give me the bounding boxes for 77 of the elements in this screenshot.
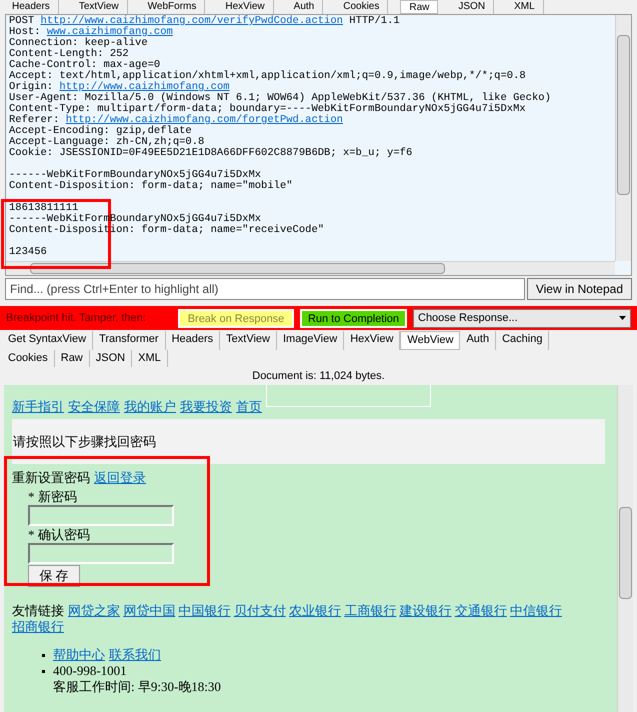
request-text: Accept-Encoding: gzip,deflate bbox=[9, 126, 192, 137]
tab[interactable]: JSON bbox=[90, 350, 132, 367]
tab[interactable]: ImageView bbox=[276, 331, 344, 350]
tab[interactable]: Get SyntaxView bbox=[2, 331, 94, 350]
request-text: Content-Disposition: form-data; name="mobile" bbox=[9, 181, 293, 192]
view-in-notepad-button[interactable]: View in Notepad bbox=[526, 278, 632, 300]
nav-link[interactable]: 我的账户 bbox=[124, 399, 176, 415]
request-text: Cache-Control: max-age=0 bbox=[9, 60, 160, 71]
request-text: POST bbox=[9, 16, 36, 27]
friend-link[interactable]: 交通银行 bbox=[454, 603, 507, 618]
choose-response-dropdown[interactable]: Choose Response... bbox=[413, 308, 631, 328]
tab[interactable]: Auth bbox=[460, 331, 496, 350]
bullet-icon bbox=[42, 670, 45, 673]
request-text: Content-Type: multipart/form-data; boundary=----WebKitFormBoundaryNOx5jGG4u7i5DxMx bbox=[9, 104, 526, 115]
nav-link[interactable]: 新手指引 bbox=[12, 399, 64, 415]
password-field[interactable] bbox=[28, 505, 174, 526]
tab[interactable]: Headers bbox=[166, 331, 220, 350]
request-text: ------WebKitFormBoundaryNOx5jGG4u7i5DxMx bbox=[9, 170, 262, 181]
tab[interactable]: Caching bbox=[496, 331, 550, 350]
url-link[interactable]: http://www.caizhimofang.com/verifyPwdCode.action bbox=[40, 16, 343, 27]
run-to-completion-button[interactable]: Run to Completion bbox=[300, 308, 407, 328]
password-field[interactable] bbox=[28, 543, 174, 564]
friend-link[interactable]: 网贷中国 bbox=[123, 603, 176, 618]
reset-password-title: 重新设置密码 bbox=[12, 470, 90, 486]
bullet-icon bbox=[42, 654, 45, 657]
nav-link[interactable]: 首页 bbox=[236, 399, 262, 415]
field-label: * 新密码 bbox=[28, 488, 78, 505]
dropdown-arrow-icon bbox=[619, 316, 626, 320]
request-text: 18613811111 bbox=[9, 203, 78, 214]
footer-text: 400-998-1001 bbox=[53, 663, 128, 679]
vertical-scrollbar[interactable] bbox=[617, 385, 633, 712]
url-link[interactable]: www.caizhimofang.com bbox=[46, 27, 173, 38]
field-label: * 确认密码 bbox=[28, 526, 91, 543]
friend-link[interactable]: 农业银行 bbox=[289, 603, 341, 618]
scroll-thumb[interactable] bbox=[617, 35, 630, 195]
url-link[interactable]: http://www.caizhimofang.com/forgetPwd.action bbox=[66, 115, 343, 126]
friend-links-label: 友情链接 bbox=[12, 603, 64, 618]
request-text: Referer: bbox=[9, 115, 60, 126]
horizontal-scrollbar[interactable] bbox=[6, 261, 615, 275]
tab[interactable]: Cookies bbox=[2, 350, 55, 367]
back-to-login-link[interactable]: 返回登录 bbox=[94, 470, 146, 486]
tab[interactable]: WebView bbox=[400, 331, 460, 350]
tab[interactable]: XML bbox=[132, 350, 168, 367]
request-text: Origin: bbox=[9, 82, 54, 93]
notice-text: 请按照以下步骤找回密码 bbox=[13, 434, 156, 450]
request-text: Content-Length: 252 bbox=[9, 49, 129, 60]
tab[interactable]: Raw bbox=[400, 0, 438, 14]
tab[interactable]: Transformer bbox=[93, 331, 166, 350]
friend-link[interactable]: 网贷之家 bbox=[68, 603, 120, 618]
request-text: HTTP/1.1 bbox=[348, 16, 400, 27]
footer-link[interactable]: 帮助中心 bbox=[53, 647, 105, 663]
vertical-scrollbar[interactable] bbox=[615, 15, 631, 261]
footer-link[interactable]: 联系我们 bbox=[109, 647, 161, 663]
request-text: User-Agent: Mozilla/5.0 (Windows NT 6.1; WOW64) AppleWebKit/537.36 (KHTML, like Gecko) bbox=[9, 93, 551, 104]
request-text: Host: bbox=[9, 27, 41, 38]
scroll-thumb[interactable] bbox=[619, 507, 632, 599]
document-size: Document is: 11,024 bytes. bbox=[251, 369, 386, 383]
request-text: Connection: keep-alive bbox=[9, 38, 148, 49]
friend-link[interactable]: 中国银行 bbox=[178, 603, 230, 618]
request-text: Accept-Language: zh-CN,zh;q=0.8 bbox=[9, 137, 204, 148]
scroll-thumb[interactable] bbox=[30, 263, 445, 274]
find-field[interactable]: Find... (press Ctrl+Enter to highlight all) bbox=[5, 278, 525, 300]
friend-link[interactable]: 招商银行 bbox=[12, 619, 64, 634]
tab[interactable]: Raw bbox=[54, 350, 90, 367]
friend-link[interactable]: 工商银行 bbox=[344, 603, 396, 618]
friend-link[interactable]: 贝付支付 bbox=[234, 603, 286, 618]
breakpoint-message: Breakpoint hit. Tamper, then: bbox=[6, 310, 147, 326]
tab[interactable]: TextView bbox=[220, 331, 277, 350]
nav-link[interactable]: 安全保障 bbox=[68, 399, 120, 415]
request-text: Accept: text/html,application/xhtml+xml,application/xml;q=0.9,image/webp,*/*;q=0.8 bbox=[9, 71, 526, 82]
friend-link[interactable]: 中信银行 bbox=[510, 603, 562, 618]
request-text: 123456 bbox=[9, 247, 47, 258]
friend-link[interactable]: 建设银行 bbox=[400, 603, 452, 618]
request-text: Cookie: JSESSIONID=0F49EE5D21E1D8A66DFF602C8879B6DB; x=b_u; y=f6 bbox=[9, 148, 412, 159]
footer-text: 客服工作时间: 早9:30-晚18:30 bbox=[53, 679, 221, 695]
nav-link[interactable]: 我要投资 bbox=[180, 399, 232, 415]
url-link[interactable]: http://www.caizhimofang.com bbox=[59, 82, 230, 93]
